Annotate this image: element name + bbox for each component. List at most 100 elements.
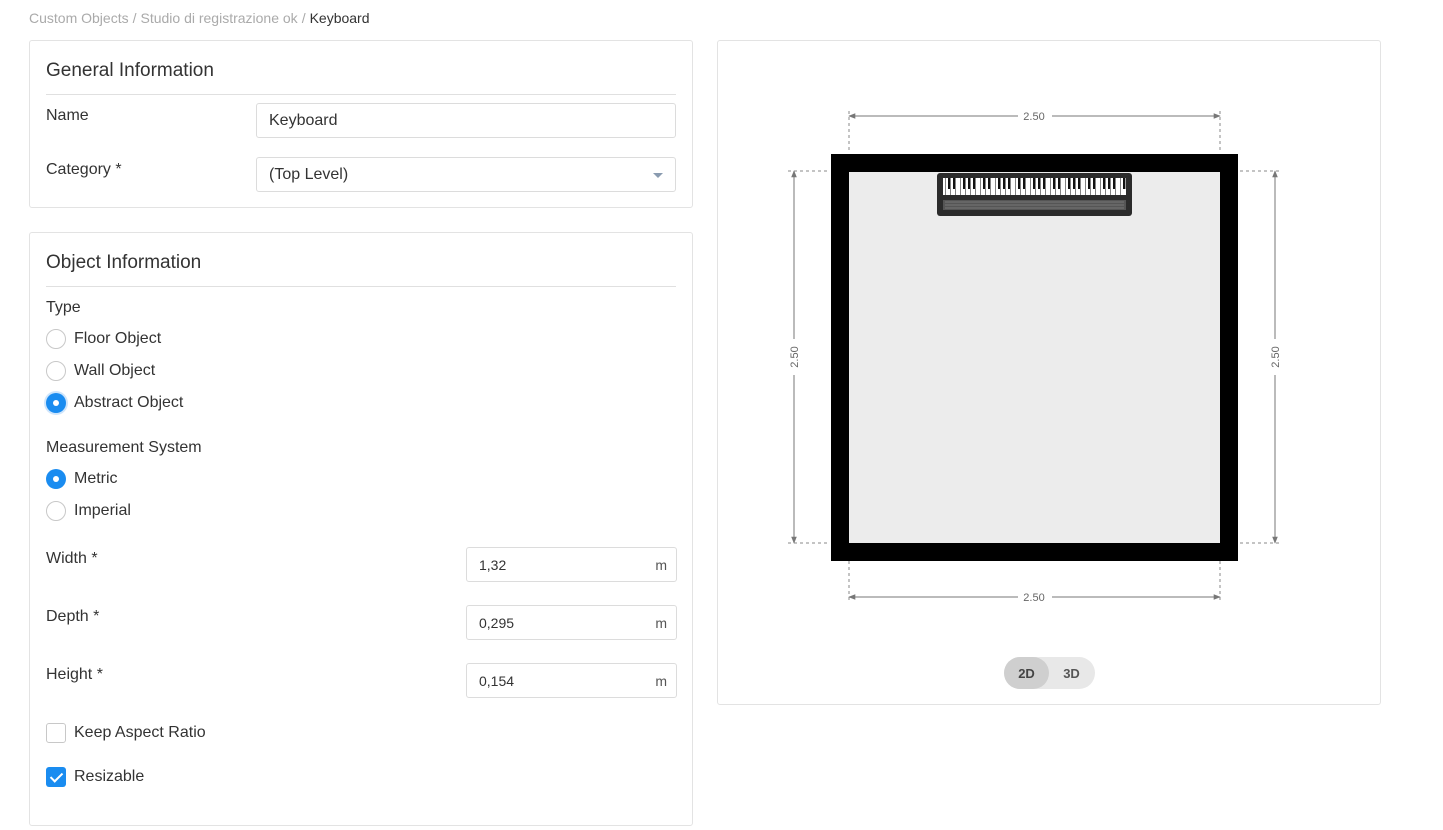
name-input[interactable]: Keyboard — [256, 103, 676, 138]
divider — [46, 94, 676, 95]
piano-key-divider — [1100, 178, 1101, 195]
breadcrumb-custom-objects[interactable]: Custom Objects — [29, 10, 129, 26]
piano-key-divider — [1020, 178, 1021, 195]
resizable-checkbox-row[interactable]: Resizable — [46, 766, 144, 788]
piano-key-divider — [1065, 178, 1066, 195]
piano-key-divider — [985, 178, 986, 195]
height-label: Height * — [46, 666, 103, 683]
piano-key-divider — [995, 178, 996, 195]
piano-key-divider — [1070, 178, 1071, 195]
piano-key-divider — [980, 178, 981, 195]
view-3d-button[interactable]: 3D — [1049, 657, 1094, 689]
piano-key-divider — [1120, 178, 1121, 195]
piano-key-divider — [1010, 178, 1011, 195]
measurement-system-label: Measurement System — [46, 439, 202, 456]
radio-floor-object[interactable]: Floor Object — [46, 328, 161, 350]
breadcrumb-current: Keyboard — [309, 10, 370, 26]
piano-key-divider — [945, 178, 946, 195]
resizable-label: Resizable — [74, 768, 145, 785]
piano-key-divider — [1030, 178, 1031, 195]
dimension-bottom-label: 2.50 — [1023, 592, 1044, 604]
radio-imperial-label: Imperial — [74, 502, 131, 519]
breadcrumb-studio[interactable]: Studio di registrazione ok — [140, 10, 297, 26]
piano-key-divider — [950, 178, 951, 195]
keyboard-object[interactable] — [937, 173, 1132, 216]
radio-button[interactable] — [46, 361, 66, 381]
piano-key-divider — [970, 178, 971, 195]
width-unit: m — [655, 556, 667, 573]
piano-key-divider — [1040, 178, 1041, 195]
piano-key-divider — [960, 178, 961, 195]
radio-imperial[interactable]: Imperial — [46, 500, 131, 522]
radio-button-selected[interactable] — [46, 393, 66, 413]
category-label: Category * — [46, 161, 122, 178]
piano-black-key — [1123, 178, 1126, 189]
radio-wall-object[interactable]: Wall Object — [46, 360, 155, 382]
object-information-panel: Object Information Type Floor Object Wal… — [29, 232, 693, 826]
keep-aspect-ratio-checkbox-row[interactable]: Keep Aspect Ratio — [46, 722, 206, 744]
dimension-left-label: 2.50 — [789, 346, 801, 367]
piano-key-divider — [975, 178, 976, 195]
piano-key-divider — [990, 178, 991, 195]
piano-key-divider — [1025, 178, 1026, 195]
depth-input[interactable]: 0,295 m — [466, 605, 677, 640]
piano-key-divider — [1005, 178, 1006, 195]
piano-key-divider — [1055, 178, 1056, 195]
piano-key-divider — [1060, 178, 1061, 195]
chevron-down-icon — [653, 173, 663, 178]
radio-abstract-object[interactable]: Abstract Object — [46, 392, 183, 414]
radio-button-selected[interactable] — [46, 469, 66, 489]
piano-key-divider — [1080, 178, 1081, 195]
width-input-value: 1,32 — [479, 556, 507, 573]
object-information-title: Object Information — [46, 252, 202, 273]
name-label: Name — [46, 107, 89, 124]
piano-key-divider — [1090, 178, 1091, 195]
piano-key-divider — [1105, 178, 1106, 195]
piano-key-divider — [1115, 178, 1116, 195]
piano-key-divider — [1050, 178, 1051, 195]
general-information-panel: General Information Name Keyboard Catego… — [29, 40, 693, 208]
resizable-checkbox[interactable] — [46, 767, 66, 787]
piano-key-divider — [1035, 178, 1036, 195]
radio-floor-object-label: Floor Object — [74, 330, 162, 347]
piano-key-divider — [1095, 178, 1096, 195]
view-2d-button[interactable]: 2D — [1004, 657, 1049, 689]
depth-input-value: 0,295 — [479, 614, 515, 631]
radio-abstract-object-label: Abstract Object — [74, 394, 184, 411]
piano-key-divider — [1085, 178, 1086, 195]
height-input[interactable]: 0,154 m — [466, 663, 677, 698]
view-toggle: 2D 3D — [1004, 657, 1095, 689]
width-input[interactable]: 1,32 m — [466, 547, 677, 582]
floor-plan-preview: 2.50 2.50 2.50 2.50 — [788, 111, 1282, 604]
radio-wall-object-label: Wall Object — [74, 362, 156, 379]
radio-button[interactable] — [46, 501, 66, 521]
keep-aspect-ratio-checkbox[interactable] — [46, 723, 66, 743]
breadcrumb-separator: / — [132, 10, 137, 26]
radio-button[interactable] — [46, 329, 66, 349]
width-label: Width * — [46, 550, 98, 567]
name-input-value: Keyboard — [269, 111, 338, 129]
category-select[interactable]: (Top Level) — [256, 157, 676, 192]
piano-key-divider — [955, 178, 956, 195]
piano-key-divider — [1075, 178, 1076, 195]
dimension-top-label: 2.50 — [1023, 111, 1044, 123]
room-floor — [849, 172, 1220, 543]
breadcrumb-separator: / — [301, 10, 306, 26]
depth-label: Depth * — [46, 608, 100, 625]
keep-aspect-ratio-label: Keep Aspect Ratio — [74, 724, 206, 741]
piano-key-divider — [1015, 178, 1016, 195]
radio-metric[interactable]: Metric — [46, 468, 118, 490]
piano-key-divider — [1000, 178, 1001, 195]
preview-panel: 2.50 2.50 2.50 2.50 2D 3D — [717, 40, 1381, 705]
general-information-title: General Information — [46, 60, 214, 81]
category-select-value: (Top Level) — [269, 165, 349, 183]
breadcrumb: Custom Objects / Studio di registrazione o… — [29, 10, 370, 26]
type-label: Type — [46, 299, 81, 316]
dimension-right-label: 2.50 — [1270, 346, 1282, 367]
radio-metric-label: Metric — [74, 470, 118, 487]
piano-key-divider — [1045, 178, 1046, 195]
piano-key-divider — [965, 178, 966, 195]
depth-unit: m — [655, 614, 667, 631]
height-unit: m — [655, 672, 667, 689]
divider — [46, 286, 676, 287]
